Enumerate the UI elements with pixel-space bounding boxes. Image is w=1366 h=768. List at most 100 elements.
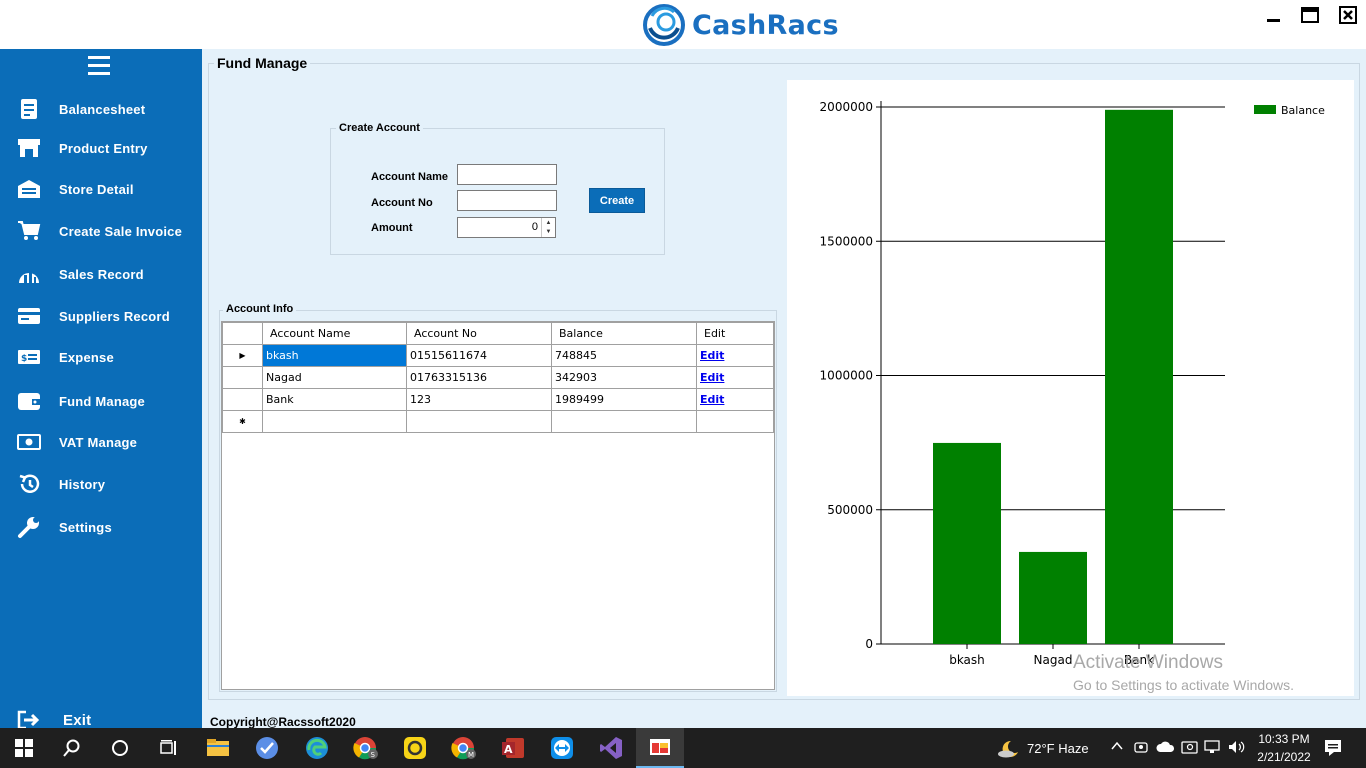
bar-bkash <box>933 442 1001 644</box>
cashracs-logo-icon <box>643 4 685 46</box>
taskbar-chrome-s[interactable]: S <box>342 728 390 768</box>
sidebar-item-balancesheet[interactable]: Balancesheet <box>0 92 202 126</box>
taskbar-chrome-m[interactable]: M <box>440 728 488 768</box>
legend-swatch <box>1254 105 1276 114</box>
sidebar-item-sales-record[interactable]: Sales Record <box>0 257 202 291</box>
cell-balance[interactable]: 748845 <box>551 344 697 367</box>
cell-account-name[interactable]: Bank <box>262 388 407 411</box>
weather-text[interactable]: 72°F Haze <box>1027 741 1089 756</box>
account-grid[interactable]: Account Name Account No Balance Edit ▶ b… <box>221 321 775 690</box>
maximize-button[interactable] <box>1298 4 1322 26</box>
cell-new[interactable] <box>551 410 697 433</box>
sidebar-item-expense[interactable]: $ Expense <box>0 340 202 374</box>
sidebar-item-store-detail[interactable]: Store Detail <box>0 172 202 206</box>
sidebar-item-product-entry[interactable]: Product Entry <box>0 131 202 165</box>
clock-time[interactable]: 10:33 PM <box>1258 732 1310 746</box>
amount-stepper[interactable]: 0 ▲ ▼ <box>457 217 556 238</box>
taskbar-access[interactable]: A <box>489 728 537 768</box>
sidebar-item-label: Fund Manage <box>59 393 145 409</box>
store-icon <box>17 136 41 160</box>
cell-balance[interactable]: 342903 <box>551 366 697 389</box>
hamburger-menu-icon[interactable] <box>88 56 110 76</box>
cell-new[interactable] <box>262 410 407 433</box>
column-header-account-name[interactable]: Account Name <box>262 322 407 345</box>
close-button[interactable] <box>1336 4 1360 26</box>
sidebar-item-label: Expense <box>59 349 114 365</box>
cell-account-name[interactable]: Nagad <box>262 366 407 389</box>
column-header-balance[interactable]: Balance <box>551 322 697 345</box>
row-header[interactable] <box>222 366 263 389</box>
meet-now-icon[interactable] <box>1133 739 1149 758</box>
cell-new[interactable] <box>696 410 774 433</box>
cell-account-no[interactable]: 01763315136 <box>406 366 552 389</box>
card-icon <box>17 304 41 328</box>
volume-icon[interactable] <box>1227 739 1247 758</box>
balancesheet-icon <box>17 97 41 121</box>
folder-icon <box>207 739 229 756</box>
column-header-edit[interactable]: Edit <box>696 322 774 345</box>
sidebar: Balancesheet Product Entry Store Detail … <box>0 49 202 730</box>
cell-balance[interactable]: 1989499 <box>551 388 697 411</box>
taskbar-lightshot[interactable] <box>391 728 439 768</box>
cortana-button[interactable] <box>96 728 144 768</box>
spin-down-icon[interactable]: ▼ <box>542 227 555 236</box>
network-icon[interactable] <box>1204 739 1222 758</box>
taskbar-edge[interactable] <box>293 728 341 768</box>
create-button[interactable]: Create <box>589 188 645 213</box>
cell-new[interactable] <box>406 410 552 433</box>
taskbar-task-app[interactable] <box>243 728 291 768</box>
taskbar-cashracs-app[interactable] <box>636 728 684 768</box>
legend-label: Balance <box>1281 104 1325 117</box>
taskbar-file-explorer[interactable] <box>194 728 242 768</box>
security-icon[interactable] <box>1181 739 1199 758</box>
spin-up-icon[interactable]: ▲ <box>542 218 555 227</box>
new-row[interactable]: ✱ <box>222 410 774 433</box>
row-header[interactable] <box>222 388 263 411</box>
sidebar-item-vat-manage[interactable]: VAT Manage <box>0 425 202 459</box>
taskbar-visual-studio[interactable] <box>587 728 635 768</box>
account-no-input[interactable] <box>457 190 557 211</box>
clock-date[interactable]: 2/21/2022 <box>1255 750 1313 764</box>
y-tick-label: 1500000 <box>820 234 873 248</box>
chevron-up-icon[interactable] <box>1110 739 1124 756</box>
warehouse-icon <box>17 177 41 201</box>
taskbar-teamviewer[interactable] <box>538 728 586 768</box>
minimize-button[interactable] <box>1261 4 1285 26</box>
current-row-arrow-icon: ▶ <box>222 344 263 367</box>
weather-icon[interactable] <box>997 738 1021 761</box>
notifications-icon[interactable] <box>1324 739 1342 760</box>
column-header-account-no[interactable]: Account No <box>406 322 552 345</box>
onedrive-icon[interactable] <box>1155 740 1175 757</box>
teamviewer-icon <box>551 737 573 759</box>
start-button[interactable] <box>0 728 48 768</box>
bar-nagad <box>1019 551 1087 644</box>
x-tick-label: Nagad <box>1034 653 1073 667</box>
amount-value: 0 <box>531 221 538 233</box>
sidebar-item-settings[interactable]: Settings <box>0 510 202 544</box>
y-tick-label: 1000000 <box>820 369 873 383</box>
cell-account-no[interactable]: 01515611674 <box>406 344 552 367</box>
svg-text:M: M <box>468 751 474 759</box>
cell-account-name[interactable]: bkash <box>262 344 407 367</box>
maximize-icon <box>1301 7 1319 23</box>
cashracs-app-icon <box>650 739 670 755</box>
edit-link[interactable]: Edit <box>700 371 724 384</box>
account-name-input[interactable] <box>457 164 557 185</box>
y-tick-label: 0 <box>865 637 873 651</box>
table-row[interactable]: Bank 123 1989499 Edit <box>222 388 774 411</box>
task-view-button[interactable] <box>144 728 192 768</box>
sidebar-item-label: VAT Manage <box>59 434 138 450</box>
sidebar-item-history[interactable]: History <box>0 467 202 501</box>
sidebar-item-suppliers-record[interactable]: Suppliers Record <box>0 299 202 333</box>
table-row[interactable]: Nagad 01763315136 342903 Edit <box>222 366 774 389</box>
edit-link[interactable]: Edit <box>700 393 724 406</box>
search-icon <box>63 739 80 757</box>
search-button[interactable] <box>48 728 96 768</box>
table-row[interactable]: ▶ bkash 01515611674 748845 Edit <box>222 344 774 367</box>
app-title: CashRacs <box>692 9 839 41</box>
cell-account-no[interactable]: 123 <box>406 388 552 411</box>
edit-link[interactable]: Edit <box>700 349 724 362</box>
sidebar-item-fund-manage[interactable]: Fund Manage <box>0 384 202 418</box>
sidebar-item-create-sale-invoice[interactable]: Create Sale Invoice <box>0 214 202 248</box>
page-title: Fund Manage <box>214 55 311 71</box>
